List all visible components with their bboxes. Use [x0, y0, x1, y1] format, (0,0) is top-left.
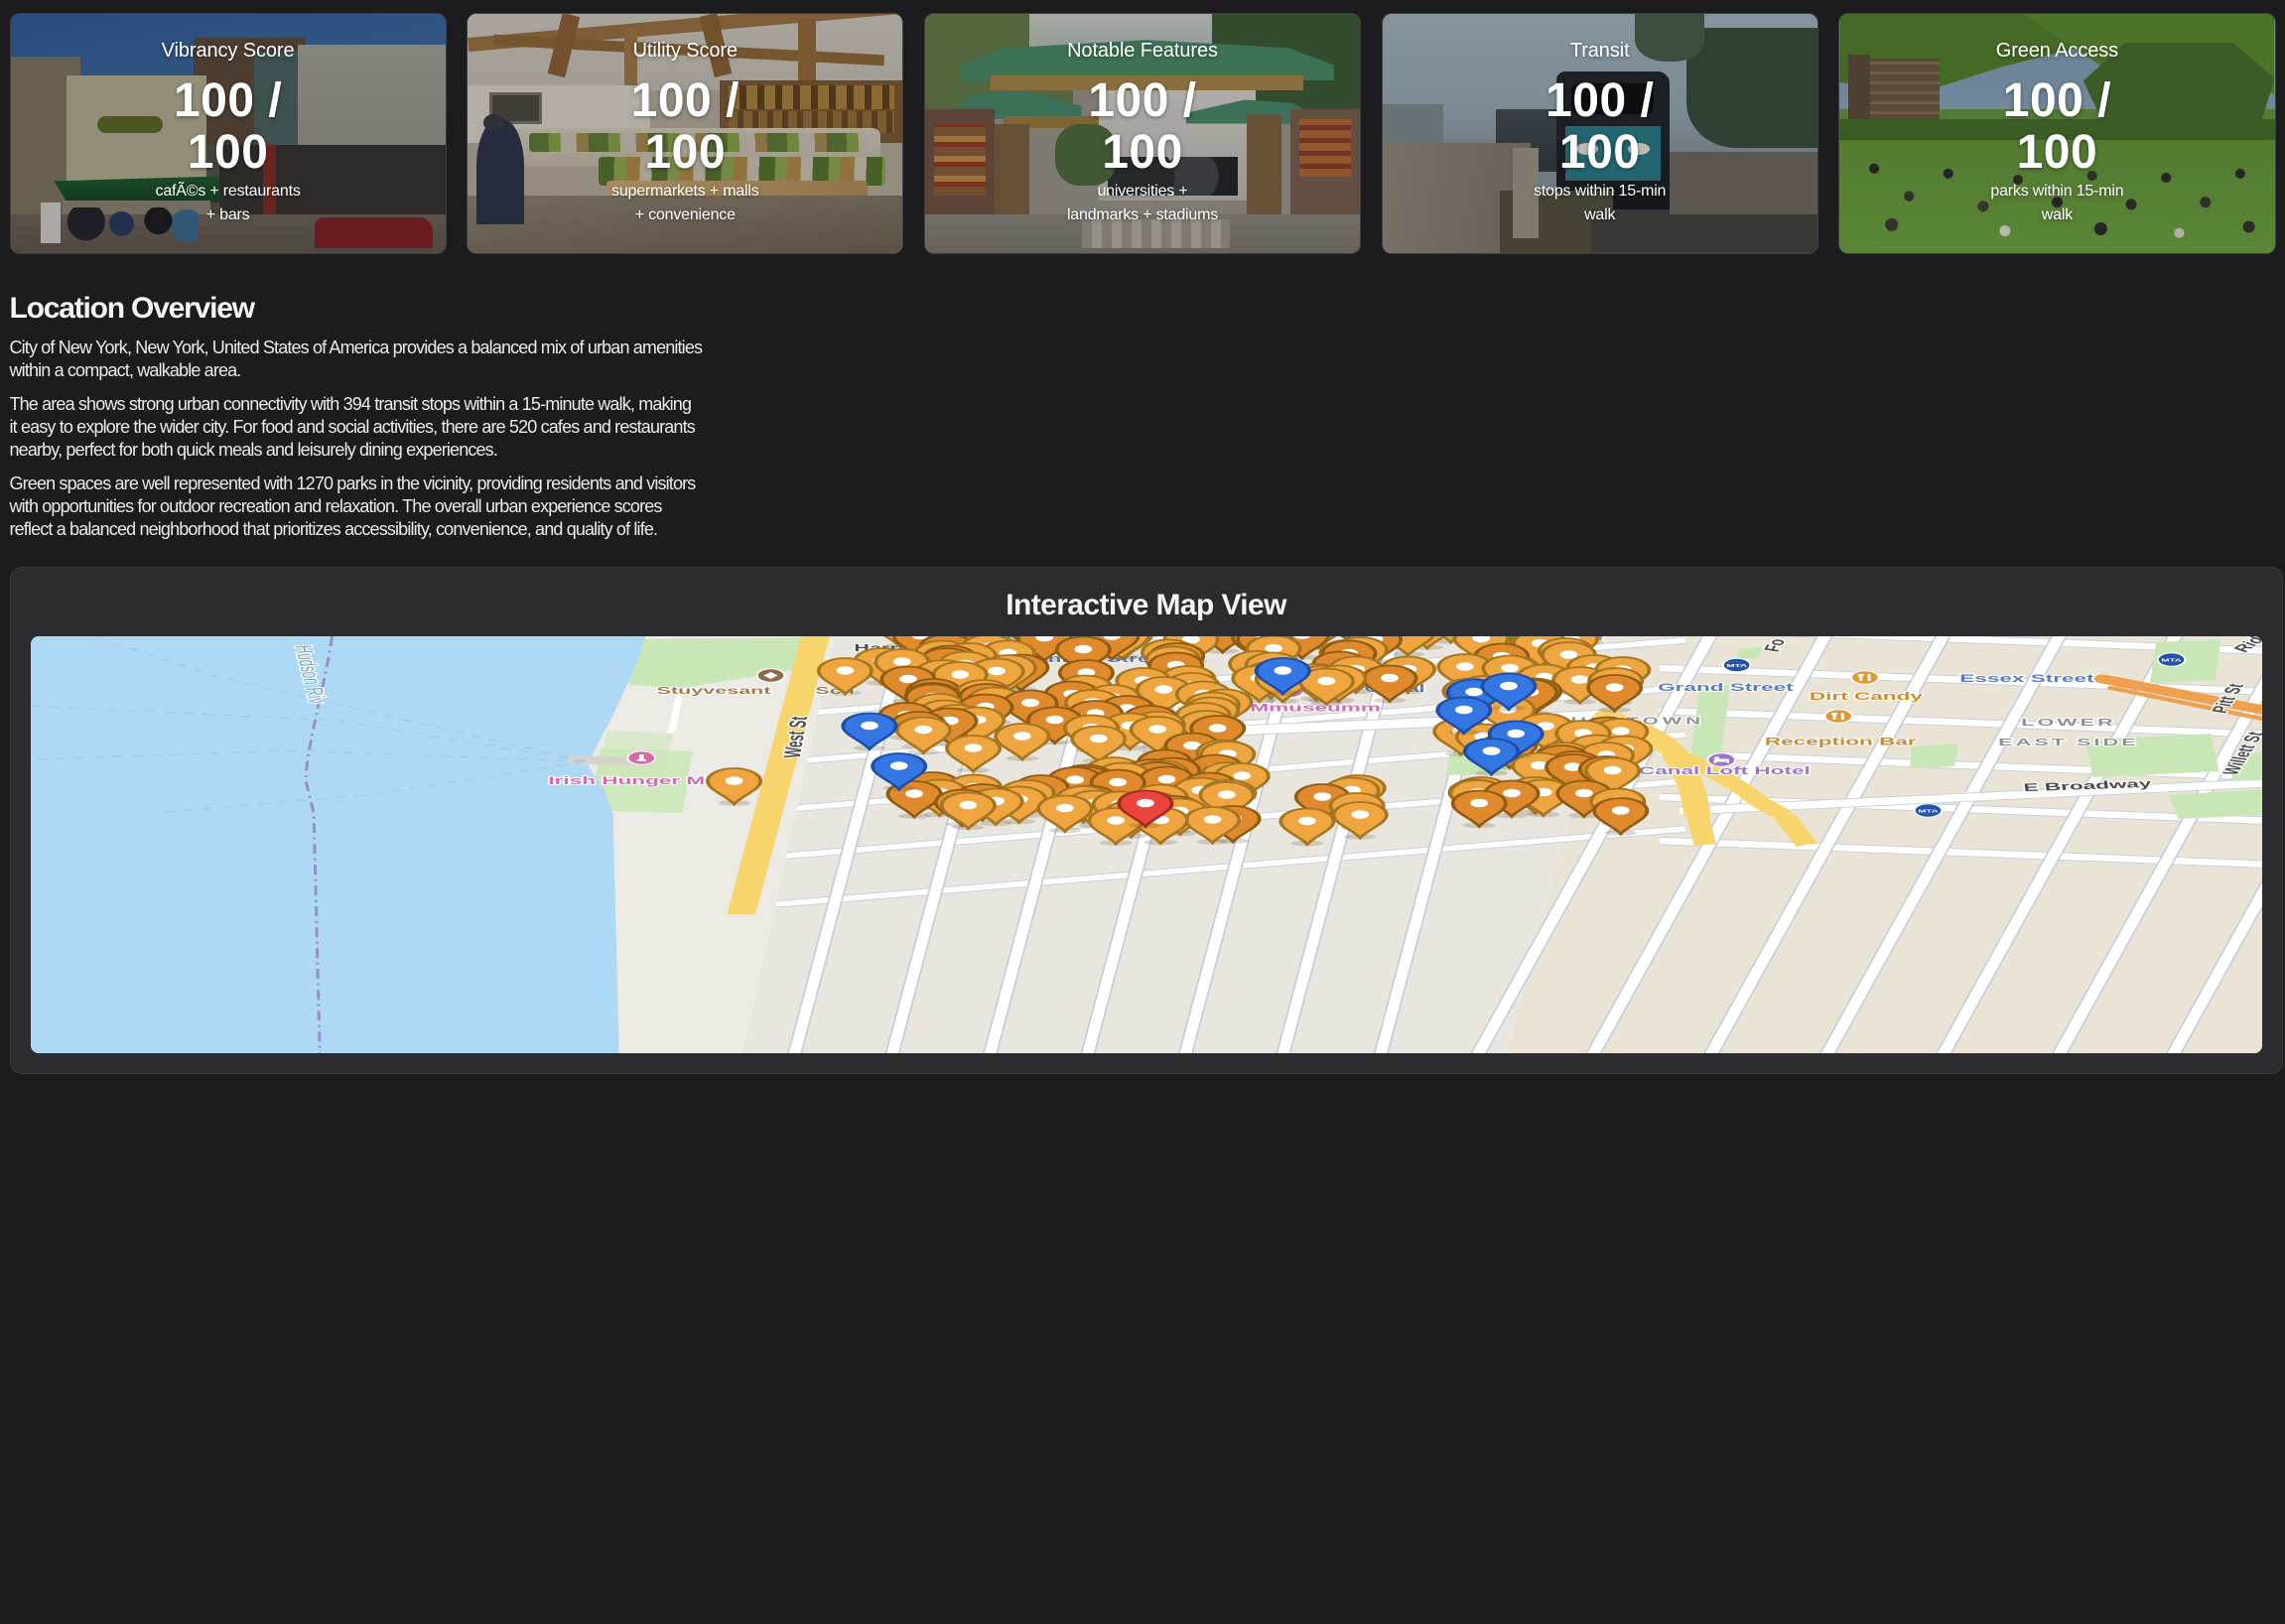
svg-text:Reception Bar: Reception Bar: [1765, 736, 1917, 747]
svg-text:Stuyvesant: Stuyvesant: [656, 685, 770, 697]
svg-text:MTA: MTA: [2161, 657, 2182, 663]
svg-text:LOWER: LOWER: [2021, 717, 2116, 729]
svg-text:EAST SIDE: EAST SIDE: [1998, 737, 2138, 748]
svg-text:MTA: MTA: [1918, 808, 1939, 814]
svg-text:MTA: MTA: [1726, 662, 1747, 668]
svg-text:Grand Street: Grand Street: [1658, 681, 1794, 693]
svg-text:Dirt Candy: Dirt Candy: [1810, 690, 1923, 702]
svg-text:Essex Street: Essex Street: [1959, 672, 2093, 684]
